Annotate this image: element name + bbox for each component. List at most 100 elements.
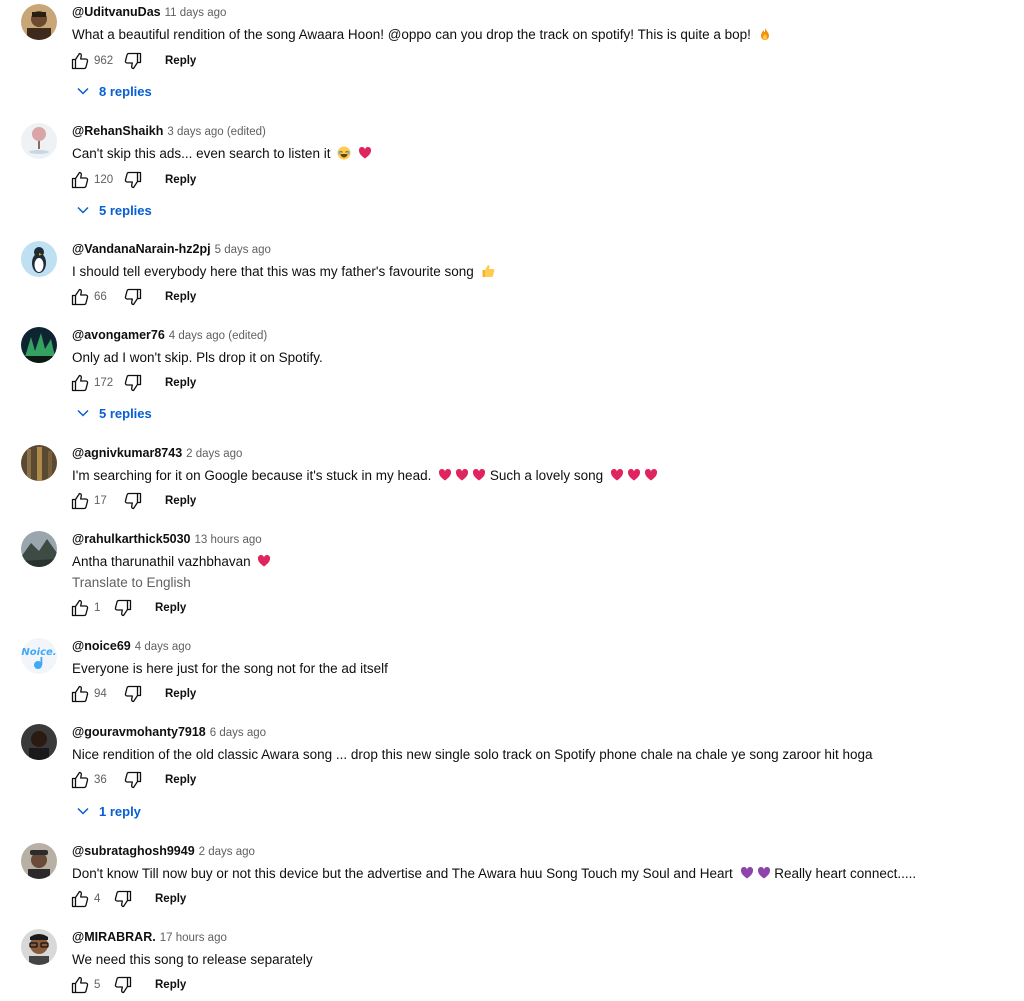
dislike-icon[interactable] bbox=[123, 287, 143, 307]
dislike-icon[interactable] bbox=[123, 491, 143, 511]
like-icon[interactable] bbox=[70, 889, 90, 909]
reply-button[interactable]: Reply bbox=[165, 174, 196, 186]
like-icon[interactable] bbox=[70, 373, 90, 393]
comment-actions: 4 Reply bbox=[70, 888, 186, 910]
replies-count: 8 replies bbox=[99, 83, 152, 99]
like-icon[interactable] bbox=[70, 51, 90, 71]
translate-button[interactable]: Translate to English bbox=[72, 573, 191, 593]
like-icon[interactable] bbox=[70, 975, 90, 995]
avatar[interactable] bbox=[21, 531, 57, 567]
dislike-icon[interactable] bbox=[113, 889, 133, 909]
comment-timestamp[interactable]: 2 days ago bbox=[199, 846, 255, 858]
reply-button[interactable]: Reply bbox=[165, 688, 196, 700]
reply-button[interactable]: Reply bbox=[165, 377, 196, 389]
like-icon[interactable] bbox=[70, 287, 90, 307]
comment-author[interactable]: @VandanaNarain-hz2pj bbox=[72, 242, 211, 256]
comment-actions: 66 Reply bbox=[70, 286, 196, 308]
like-count: 5 bbox=[94, 979, 101, 991]
reply-button[interactable]: Reply bbox=[165, 774, 196, 786]
like-icon[interactable] bbox=[70, 491, 90, 511]
comment-text: Antha tharunathil vazhbhavan bbox=[72, 552, 271, 572]
comment-timestamp[interactable]: 4 days ago (edited) bbox=[169, 330, 267, 342]
comment-author[interactable]: @RehanShaikh bbox=[72, 124, 163, 138]
comment-text: We need this song to release separately bbox=[72, 950, 313, 970]
comment-actions: 962 Reply bbox=[70, 50, 196, 72]
comment-text: Everyone is here just for the song not f… bbox=[72, 659, 388, 679]
comments-section: @UditvanuDas 11 days ago What a beautiful… bbox=[0, 0, 1024, 1001]
dislike-icon[interactable] bbox=[123, 51, 143, 71]
comment-text: What a beautiful rendition of the song A… bbox=[72, 25, 772, 45]
red-heart-icon bbox=[358, 146, 372, 159]
comment-timestamp[interactable]: 2 days ago bbox=[186, 448, 242, 460]
comment-body: Everyone is here just for the song not f… bbox=[72, 661, 388, 676]
comment-author[interactable]: @noice69 bbox=[72, 639, 131, 653]
red-heart-icon bbox=[644, 468, 658, 481]
avatar[interactable]: Noice. bbox=[21, 638, 57, 674]
comment-body: Only ad I won't skip. Pls drop it on Spo… bbox=[72, 350, 323, 365]
comment-actions: 1 Reply bbox=[70, 597, 186, 619]
like-count: 1 bbox=[94, 602, 101, 614]
red-heart-icon bbox=[456, 468, 469, 481]
dislike-icon[interactable] bbox=[123, 684, 143, 704]
comment-author[interactable]: @avongamer76 bbox=[72, 328, 165, 342]
red-heart-icon bbox=[473, 468, 486, 481]
comment-text: Nice rendition of the old classic Awara … bbox=[72, 745, 872, 765]
reply-button[interactable]: Reply bbox=[155, 602, 186, 614]
comment-actions: 94 Reply bbox=[70, 683, 196, 705]
avatar[interactable] bbox=[21, 327, 57, 363]
reply-button[interactable]: Reply bbox=[155, 893, 186, 905]
comment-timestamp[interactable]: 17 hours ago bbox=[160, 932, 227, 944]
comment-body: We need this song to release separately bbox=[72, 952, 313, 967]
comment-author[interactable]: @MIRABRAR. bbox=[72, 930, 156, 944]
comment-body: Antha tharunathil vazhbhavan bbox=[72, 554, 251, 569]
comment-author[interactable]: @subrataghosh9949 bbox=[72, 844, 195, 858]
comment-author[interactable]: @agnivkumar8743 bbox=[72, 446, 182, 460]
dislike-icon[interactable] bbox=[113, 598, 133, 618]
comment-timestamp[interactable]: 6 days ago bbox=[210, 727, 266, 739]
view-replies-button[interactable]: 5 replies bbox=[76, 200, 152, 220]
noice-logo-text: Noice. bbox=[21, 647, 56, 658]
avatar[interactable] bbox=[21, 724, 57, 760]
red-heart-icon bbox=[439, 468, 452, 481]
avatar[interactable] bbox=[21, 4, 57, 40]
purple-heart-icon bbox=[757, 866, 770, 879]
view-replies-button[interactable]: 8 replies bbox=[76, 81, 152, 101]
comment-timestamp[interactable]: 11 days ago bbox=[165, 7, 227, 19]
chevron-down-icon bbox=[77, 807, 89, 815]
view-replies-button[interactable]: 1 reply bbox=[76, 801, 141, 821]
like-icon[interactable] bbox=[70, 598, 90, 618]
like-icon[interactable] bbox=[70, 170, 90, 190]
comment-author[interactable]: @UditvanuDas bbox=[72, 5, 161, 19]
comment-text: I'm searching for it on Google because i… bbox=[72, 466, 658, 486]
avatar[interactable] bbox=[21, 241, 57, 277]
dislike-icon[interactable] bbox=[123, 373, 143, 393]
avatar[interactable] bbox=[21, 843, 57, 879]
like-count: 17 bbox=[94, 495, 107, 507]
view-replies-button[interactable]: 5 replies bbox=[76, 403, 152, 423]
comment-body: Can't skip this ads... even search to li… bbox=[72, 146, 331, 161]
reply-button[interactable]: Reply bbox=[165, 495, 196, 507]
comment-body: What a beautiful rendition of the song A… bbox=[72, 27, 751, 42]
like-count: 962 bbox=[94, 55, 114, 67]
comment-author[interactable]: @rahulkarthick5030 bbox=[72, 532, 191, 546]
reply-button[interactable]: Reply bbox=[165, 55, 196, 67]
comment-timestamp[interactable]: 5 days ago bbox=[215, 244, 271, 256]
reply-button[interactable]: Reply bbox=[165, 291, 196, 303]
dislike-icon[interactable] bbox=[123, 170, 143, 190]
red-heart-icon bbox=[610, 468, 624, 481]
like-count: 66 bbox=[94, 291, 107, 303]
like-icon[interactable] bbox=[70, 684, 90, 704]
avatar[interactable] bbox=[21, 123, 57, 159]
comment-timestamp[interactable]: 13 hours ago bbox=[195, 534, 262, 546]
like-icon[interactable] bbox=[70, 770, 90, 790]
chevron-down-icon bbox=[77, 206, 89, 214]
comment-timestamp[interactable]: 4 days ago bbox=[135, 641, 191, 653]
dislike-icon[interactable] bbox=[113, 975, 133, 995]
dislike-icon[interactable] bbox=[123, 770, 143, 790]
replies-count: 1 reply bbox=[99, 803, 141, 819]
avatar[interactable] bbox=[21, 445, 57, 481]
comment-timestamp[interactable]: 3 days ago (edited) bbox=[167, 126, 265, 138]
comment-author[interactable]: @gouravmohanty7918 bbox=[72, 725, 206, 739]
reply-button[interactable]: Reply bbox=[155, 979, 186, 991]
avatar[interactable] bbox=[21, 929, 57, 965]
